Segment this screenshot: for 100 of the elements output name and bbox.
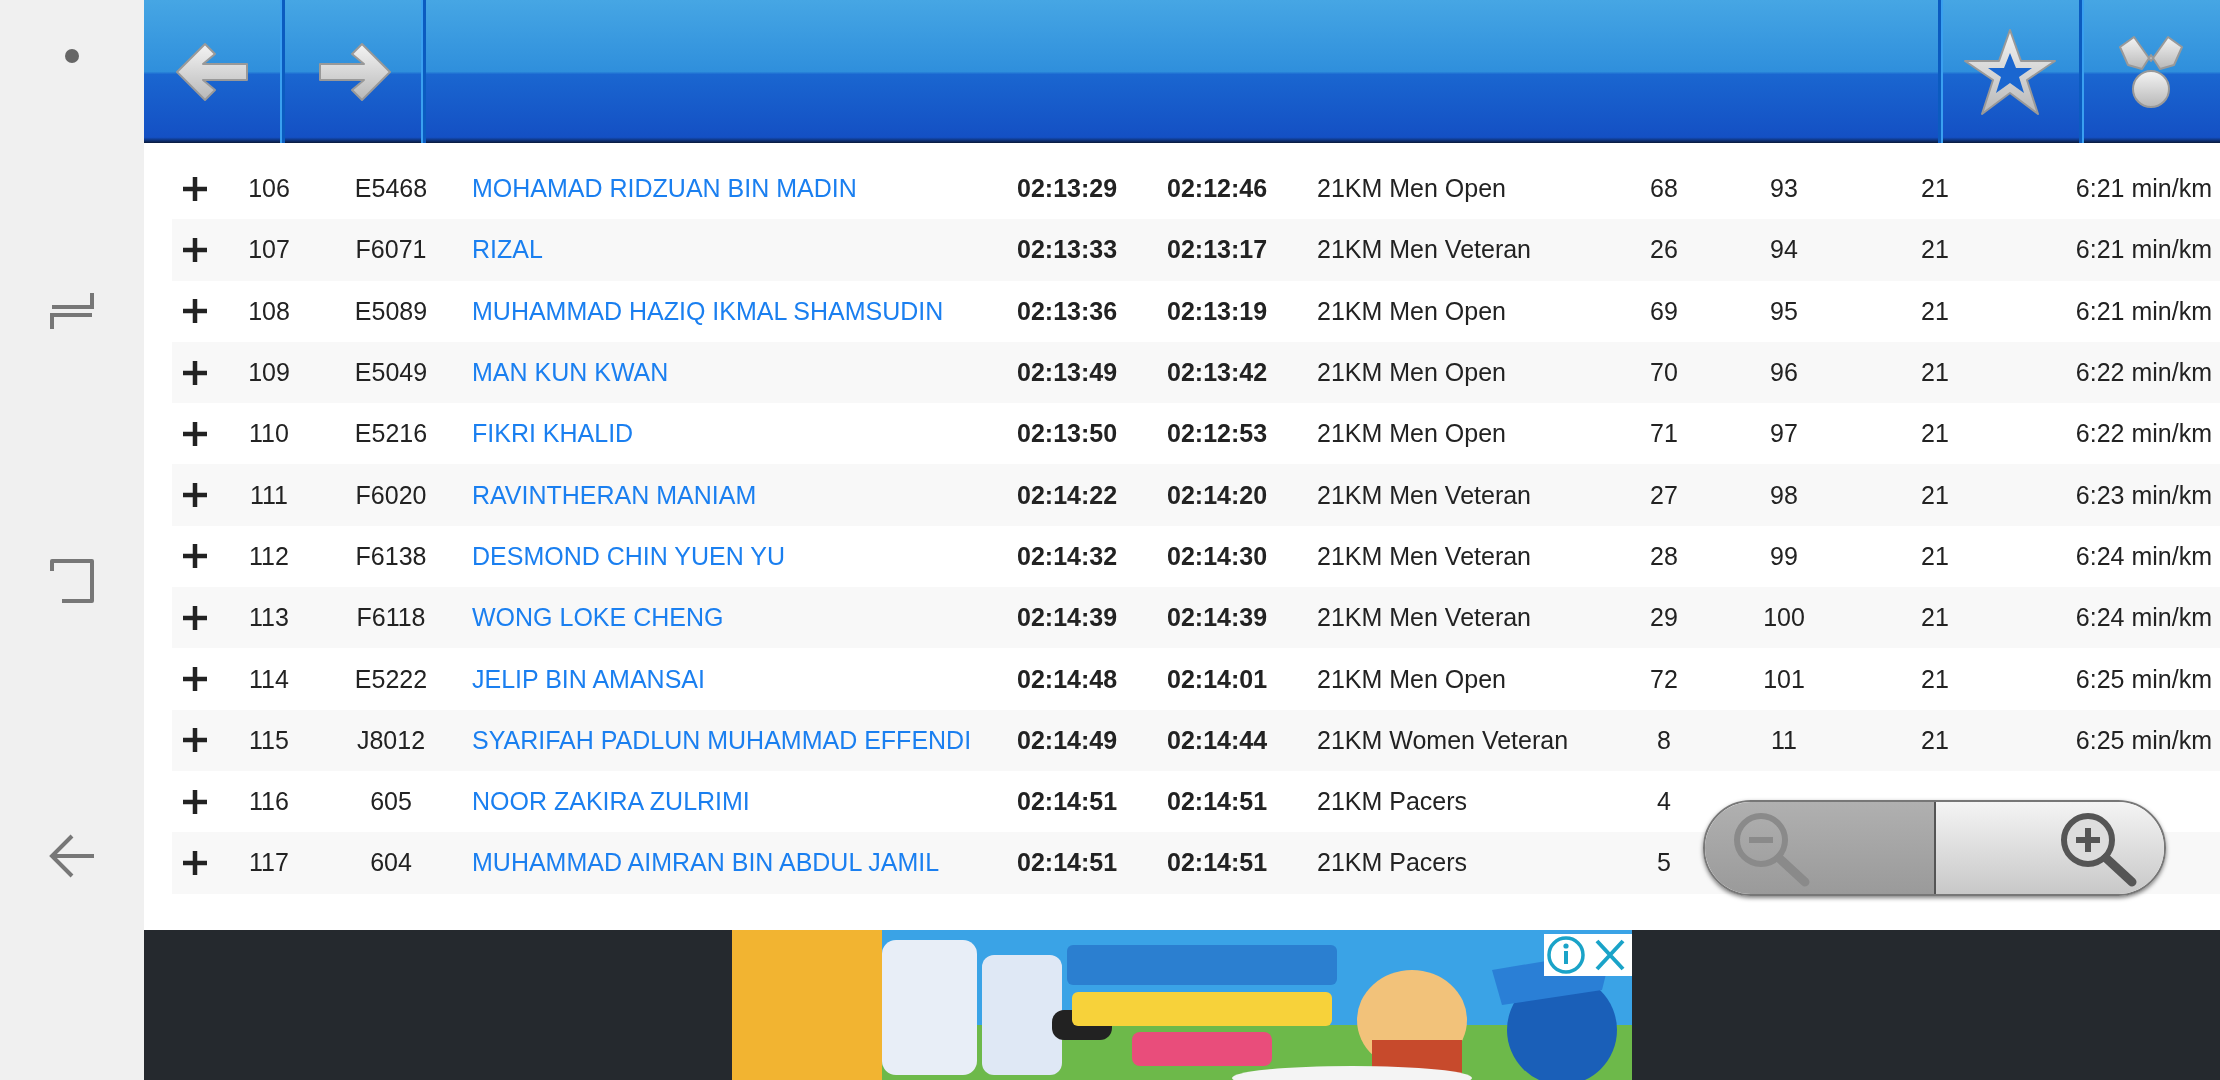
- table-cell: F6138: [355, 541, 427, 570]
- expand-plus-icon[interactable]: [182, 543, 208, 570]
- table-cell: 21KM Pacers: [1317, 787, 1468, 816]
- table-cell: 97: [1770, 419, 1798, 448]
- table-cell: 6:25 min/km: [2075, 725, 2212, 754]
- table-cell: 6:24 min/km: [2075, 603, 2212, 632]
- recents-icon[interactable]: [48, 290, 96, 331]
- table-cell: 21KM Men Veteran: [1317, 541, 1531, 570]
- table-cell: 21KM Men Veteran: [1317, 480, 1531, 509]
- expand-plus-icon[interactable]: [182, 604, 208, 631]
- expand-plus-icon[interactable]: [182, 788, 208, 815]
- table-cell: 21KM Men Open: [1317, 296, 1506, 325]
- table-cell: E5222: [354, 664, 428, 693]
- table-cell: J8012: [356, 725, 426, 754]
- table-cell: E5216: [354, 419, 428, 448]
- table-cell: 02:12:46: [1167, 174, 1268, 203]
- table-cell: 11: [1771, 725, 1797, 754]
- expand-plus-icon[interactable]: [182, 298, 208, 325]
- expand-plus-icon[interactable]: [182, 727, 208, 754]
- table-cell: 02:14:01: [1167, 664, 1268, 693]
- zoom-out-button[interactable]: [1705, 802, 1936, 894]
- dot-icon: [64, 48, 80, 64]
- table-cell: 93: [1770, 174, 1798, 203]
- table-cell: 6:21 min/km: [2075, 296, 2212, 325]
- table-cell: 4: [1657, 787, 1671, 816]
- table-cell: E5089: [354, 296, 428, 325]
- name-link[interactable]: MAN KUN KWAN: [472, 358, 669, 387]
- table-cell: 21: [1921, 480, 1949, 509]
- table-cell: 02:13:33: [1017, 235, 1118, 264]
- table-cell: 6:22 min/km: [2075, 358, 2212, 387]
- table-cell: 29: [1650, 603, 1678, 632]
- table-cell: 99: [1770, 541, 1798, 570]
- name-link[interactable]: MUHAMMAD HAZIQ IKMAL SHAMSUDIN: [472, 296, 944, 325]
- table-cell: 21: [1921, 174, 1949, 203]
- table-cell: 21: [1921, 296, 1949, 325]
- name-link[interactable]: JELIP BIN AMANSAI: [472, 664, 705, 693]
- table-cell: 21: [1921, 235, 1949, 264]
- info-icon[interactable]: [1544, 934, 1588, 976]
- zoom-in-button[interactable]: [1935, 802, 2164, 894]
- table-cell: 116: [249, 787, 289, 816]
- expand-plus-icon[interactable]: [182, 175, 208, 202]
- table-cell: 6:22 min/km: [2075, 419, 2212, 448]
- table-cell: 5: [1657, 848, 1671, 877]
- table-cell: 02:14:51: [1017, 848, 1118, 877]
- table-cell: 02:13:36: [1017, 296, 1118, 325]
- name-link[interactable]: FIKRI KHALID: [472, 419, 634, 448]
- table-cell: 21KM Pacers: [1317, 848, 1468, 877]
- table-cell: 02:14:51: [1017, 787, 1118, 816]
- table-cell: 02:12:53: [1167, 419, 1268, 448]
- table-cell: 21KM Men Open: [1317, 664, 1506, 693]
- expand-plus-icon[interactable]: [182, 849, 208, 876]
- name-link[interactable]: RAVINTHERAN MANIAM: [472, 480, 757, 509]
- table-cell: 21KM Men Open: [1317, 174, 1506, 203]
- expand-plus-icon[interactable]: [182, 359, 208, 386]
- table-cell: 21: [1921, 664, 1949, 693]
- name-link[interactable]: WONG LOKE CHENG: [472, 603, 724, 632]
- table-cell: 21: [1921, 725, 1949, 754]
- name-link[interactable]: MUHAMMAD AIMRAN BIN ABDUL JAMIL: [472, 848, 940, 877]
- table-cell: 21KM Men Open: [1317, 358, 1506, 387]
- table-cell: 02:14:48: [1017, 664, 1118, 693]
- name-link[interactable]: SYARIFAH PADLUN MUHAMMAD EFFENDI: [472, 725, 972, 754]
- home-icon[interactable]: [48, 557, 96, 606]
- table-cell: 69: [1650, 296, 1678, 325]
- expand-plus-icon[interactable]: [182, 236, 208, 263]
- table-cell: 115: [249, 725, 289, 754]
- table-cell: 8: [1657, 725, 1671, 754]
- table-cell: 21: [1921, 419, 1949, 448]
- table-cell: F6071: [355, 235, 427, 264]
- table-cell: 02:14:20: [1167, 480, 1268, 509]
- table-cell: 27: [1650, 480, 1678, 509]
- table-cell: 101: [1763, 664, 1805, 693]
- table-cell: 26: [1650, 235, 1678, 264]
- name-link[interactable]: NOOR ZAKIRA ZULRIMI: [472, 787, 750, 816]
- table-cell: 100: [1763, 603, 1805, 632]
- table-cell: 02:14:49: [1017, 725, 1118, 754]
- expand-plus-icon[interactable]: [182, 420, 208, 447]
- table-cell: 6:21 min/km: [2075, 174, 2212, 203]
- table-cell: 6:23 min/km: [2075, 480, 2212, 509]
- table-cell: 111: [250, 480, 288, 509]
- table-cell: 70: [1650, 358, 1678, 387]
- table-cell: 6:24 min/km: [2075, 541, 2212, 570]
- name-link[interactable]: RIZAL: [472, 235, 543, 264]
- table-cell: 605: [370, 787, 412, 816]
- table-cell: 109: [248, 358, 290, 387]
- table-cell: 95: [1770, 296, 1798, 325]
- name-link[interactable]: MOHAMAD RIDZUAN BIN MADIN: [472, 174, 857, 203]
- name-link[interactable]: DESMOND CHIN YUEN YU: [472, 541, 785, 570]
- table-cell: 110: [249, 419, 289, 448]
- table-cell: 02:14:44: [1167, 725, 1268, 754]
- table-cell: 108: [248, 296, 290, 325]
- table-cell: 21KM Men Veteran: [1317, 603, 1531, 632]
- table-cell: 114: [249, 664, 289, 693]
- table-cell: 21: [1921, 358, 1949, 387]
- star-icon: [1962, 26, 2058, 117]
- table-cell: 96: [1770, 358, 1798, 387]
- table-cell: 71: [1650, 419, 1678, 448]
- table-cell: 107: [248, 235, 290, 264]
- expand-plus-icon[interactable]: [182, 666, 208, 692]
- expand-plus-icon[interactable]: [182, 482, 208, 509]
- table-cell: 28: [1650, 541, 1678, 570]
